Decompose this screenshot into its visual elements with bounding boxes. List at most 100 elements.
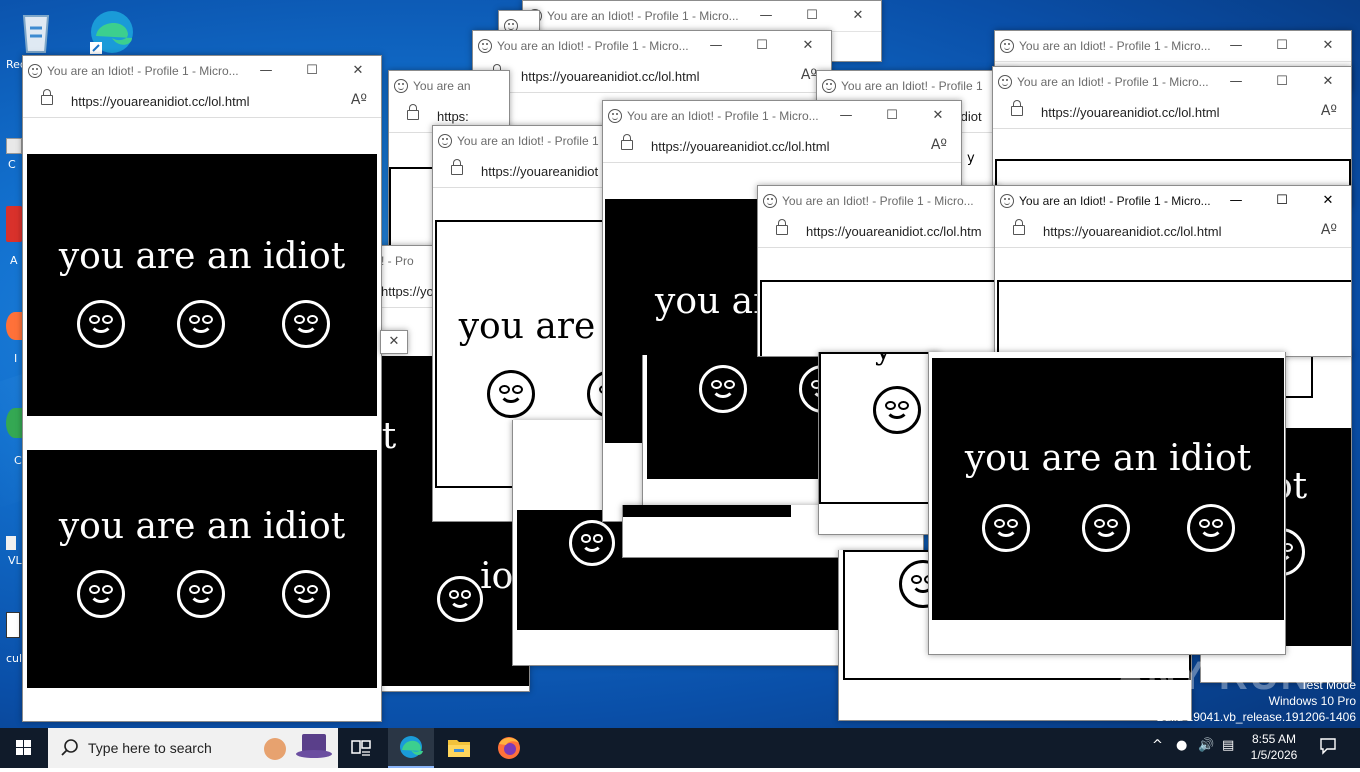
idiot-panel bbox=[760, 280, 998, 356]
idiot-panel: y bbox=[819, 352, 939, 504]
maximize-button[interactable]: ☐ bbox=[1259, 67, 1305, 97]
address-bar[interactable]: https://youareanidiot.cc/lol.html Aº bbox=[23, 86, 381, 118]
url-text[interactable]: https://youareanidiot.cc/lol.html bbox=[651, 139, 829, 154]
smiley-icon bbox=[487, 370, 535, 418]
address-bar[interactable]: https://youareanidiot.cc/lol.html Aº bbox=[995, 216, 1351, 248]
smiley-favicon-icon bbox=[394, 79, 408, 93]
idiot-text: you are an idiot bbox=[58, 236, 346, 277]
clock[interactable]: 8:55 AM 1/5/2026 bbox=[1246, 731, 1302, 763]
lock-icon bbox=[1011, 100, 1023, 116]
desktop-icon-label: C bbox=[8, 158, 16, 171]
search-highlight-image bbox=[260, 732, 332, 764]
notifications-icon[interactable] bbox=[1318, 736, 1338, 760]
title-bar[interactable]: You are an Idiot! - Profile 1 - Micro...… bbox=[993, 67, 1351, 98]
title-bar[interactable]: You are an Idiot! - Profile 1 - Micro...… bbox=[995, 186, 1351, 217]
smiley-icon bbox=[437, 576, 483, 622]
network-icon[interactable]: ▤ bbox=[1222, 738, 1234, 753]
smiley-favicon-icon bbox=[1000, 194, 1014, 208]
title-bar[interactable]: You are an Idiot! - Profile 1 - Micro...… bbox=[473, 31, 831, 62]
address-bar[interactable]: https://youareanidiot.cc/lol.html Aº bbox=[993, 97, 1351, 129]
desktop-icon-label: C bbox=[14, 454, 22, 467]
smiley-icon bbox=[1082, 504, 1130, 552]
url-text[interactable]: https://youareanidiot bbox=[481, 164, 598, 179]
maximize-button[interactable]: ☐ bbox=[869, 101, 915, 131]
title-bar[interactable]: You are an Idiot! - Profile 1 - Micro...… bbox=[523, 1, 881, 32]
window-title: You are an Idiot! - Profile 1 - Micro... bbox=[1017, 75, 1209, 89]
page-content bbox=[758, 248, 998, 356]
maximize-button[interactable]: ☐ bbox=[289, 56, 335, 86]
close-button[interactable]: ✕ bbox=[785, 31, 831, 61]
minimize-button[interactable]: — bbox=[1213, 67, 1259, 97]
browser-window[interactable] bbox=[642, 355, 844, 516]
address-bar[interactable]: https://youareanidiot.cc/lol.html Aº bbox=[473, 61, 831, 93]
read-aloud-icon[interactable]: Aº bbox=[351, 92, 367, 108]
file-explorer-button[interactable] bbox=[436, 728, 482, 768]
close-button[interactable]: ✕ bbox=[381, 331, 407, 353]
anyrun-watermark: ANY RUN bbox=[1116, 654, 1312, 698]
browser-window[interactable]: you are an idiot bbox=[928, 352, 1286, 655]
minimize-button[interactable]: — bbox=[1213, 31, 1259, 61]
edge-icon bbox=[400, 736, 423, 758]
window-title: You are an bbox=[413, 79, 471, 93]
smiley-icon bbox=[282, 570, 330, 618]
minimize-button[interactable]: — bbox=[693, 31, 739, 61]
browser-window[interactable]: You are an Idiot! - Profile 1 - Micro...… bbox=[757, 185, 999, 357]
browser-window-active[interactable]: You are an Idiot! - Profile 1 - Micro...… bbox=[994, 185, 1352, 357]
search-placeholder: Type here to search bbox=[88, 740, 212, 756]
title-bar[interactable]: You are an Idiot! - Profile 1 - Micro...… bbox=[23, 56, 381, 87]
title-bar[interactable]: You are an Idiot! - Profile 1 - Micro...… bbox=[603, 101, 961, 132]
read-aloud-icon[interactable]: Aº bbox=[1321, 103, 1337, 119]
smiley-favicon-icon bbox=[438, 134, 452, 148]
start-button[interactable] bbox=[0, 728, 48, 768]
read-aloud-icon[interactable]: Aº bbox=[931, 137, 947, 153]
edge-glyph bbox=[90, 11, 133, 54]
url-text[interactable]: https://youareanidiot.cc/lol.html bbox=[1043, 224, 1221, 239]
minimize-button[interactable]: — bbox=[1213, 186, 1259, 216]
url-text[interactable]: https://youareanidiot.cc/lol.html bbox=[71, 94, 249, 109]
title-bar[interactable]: You are an Idiot! - Profile 1 - Micro... bbox=[758, 186, 998, 217]
recycle-bin-glyph bbox=[22, 15, 50, 53]
search-box[interactable]: Type here to search bbox=[48, 728, 338, 768]
browser-window[interactable]: ✕ bbox=[380, 330, 408, 354]
read-aloud-icon[interactable]: Aº bbox=[801, 67, 817, 83]
firefox-button[interactable] bbox=[486, 728, 532, 768]
close-button[interactable]: ✕ bbox=[835, 1, 881, 31]
address-bar[interactable]: https://youareanidiot.cc/lol.htm bbox=[758, 216, 998, 248]
address-bar[interactable]: https://youareanidiot.cc/lol.html Aº bbox=[603, 131, 961, 163]
maximize-button[interactable]: ☐ bbox=[1259, 31, 1305, 61]
maximize-button[interactable]: ☐ bbox=[1259, 186, 1305, 216]
volume-icon[interactable]: 🔊 bbox=[1198, 738, 1214, 753]
smiley-favicon-icon bbox=[1000, 39, 1014, 53]
url-text[interactable]: https://youareanidiot.cc/lol.htm bbox=[806, 224, 982, 239]
meet-now-icon[interactable]: ● bbox=[1176, 738, 1187, 753]
idiot-text: you ar bbox=[655, 281, 771, 322]
maximize-button[interactable]: ☐ bbox=[739, 31, 785, 61]
clock-date: 1/5/2026 bbox=[1250, 748, 1298, 762]
url-text[interactable]: https://youareanidiot.cc/lol.html bbox=[1041, 105, 1219, 120]
close-button[interactable]: ✕ bbox=[1305, 67, 1351, 97]
url-text[interactable]: https://youareanidiot.cc/lol.html bbox=[521, 69, 699, 84]
minimize-button[interactable]: — bbox=[823, 101, 869, 131]
minimize-button[interactable]: — bbox=[243, 56, 289, 86]
maximize-button[interactable]: ☐ bbox=[789, 1, 835, 31]
close-button[interactable]: ✕ bbox=[915, 101, 961, 131]
read-aloud-icon[interactable]: Aº bbox=[1321, 222, 1337, 238]
close-button[interactable]: ✕ bbox=[1305, 186, 1351, 216]
page-content: you are an idiot you are an idiot bbox=[23, 118, 381, 721]
close-button[interactable]: ✕ bbox=[1305, 31, 1351, 61]
minimize-button[interactable]: — bbox=[743, 1, 789, 31]
browser-window[interactable]: y bbox=[818, 352, 940, 535]
show-hidden-icons[interactable]: ^ bbox=[1152, 738, 1163, 753]
title-bar[interactable]: You are an Idiot! - Profile 1 bbox=[817, 71, 1017, 102]
edge-shortcut-icon[interactable] bbox=[88, 8, 136, 56]
edge-taskbar-button[interactable] bbox=[388, 728, 434, 768]
title-bar[interactable]: You are an Idiot! - Profile 1 - Micro...… bbox=[995, 31, 1351, 62]
lock-icon bbox=[621, 134, 633, 150]
task-view-button[interactable] bbox=[344, 728, 378, 768]
idiot-text: you are an idiot bbox=[58, 506, 346, 547]
close-button[interactable]: ✕ bbox=[335, 56, 381, 86]
smiley-favicon-icon bbox=[822, 79, 836, 93]
title-bar[interactable]: You are an bbox=[389, 71, 509, 102]
url-text[interactable]: https: bbox=[437, 109, 469, 124]
browser-window[interactable]: You are an Idiot! - Profile 1 - Micro...… bbox=[22, 55, 382, 722]
